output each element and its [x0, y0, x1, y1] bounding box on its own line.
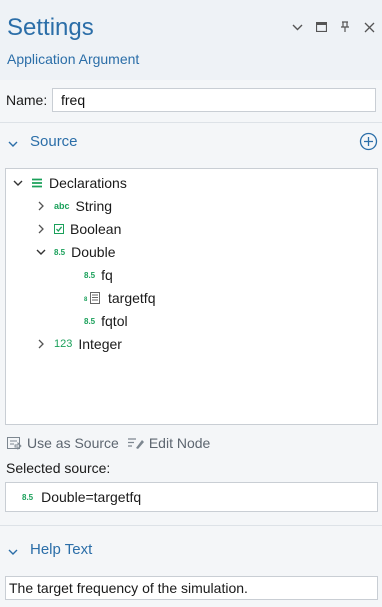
integer-type-icon: 123 — [54, 338, 73, 350]
chevron-right-icon[interactable] — [34, 201, 48, 211]
window-controls — [290, 20, 376, 34]
selected-source-field: 8.5 Double=targetfq — [5, 482, 378, 512]
declarations-icon — [31, 178, 43, 188]
string-type-icon: abc — [54, 201, 70, 211]
edit-node-button[interactable]: Edit Node — [127, 435, 210, 451]
double-type-icon: 8.5 — [22, 492, 34, 502]
tree-item-targetfq[interactable]: 8 targetfq — [84, 287, 155, 309]
divider — [0, 525, 382, 526]
chevron-right-icon[interactable] — [34, 339, 48, 349]
source-section-label: Source — [30, 133, 78, 150]
tree-item-label: Integer — [78, 336, 122, 352]
use-as-source-button[interactable]: Use as Source — [7, 435, 119, 451]
help-text-section-label: Help Text — [30, 541, 93, 558]
page-subtitle: Application Argument — [7, 51, 140, 67]
double-type-icon: 8.5 — [84, 270, 96, 280]
help-text-section-header[interactable]: Help Text — [0, 536, 382, 564]
tree-item-label: targetfq — [108, 290, 156, 306]
tree-item-declarations[interactable]: Declarations — [11, 172, 127, 194]
add-source-button[interactable] — [359, 132, 378, 151]
double-table-icon: 8 — [84, 291, 102, 305]
tree-item-label: Double — [71, 244, 116, 260]
tree-item-fqtol[interactable]: 8.5 fqtol — [84, 310, 128, 332]
edit-node-icon — [127, 438, 144, 449]
tree-item-label: Declarations — [49, 175, 127, 191]
settings-header: Settings Application Argument — [0, 0, 382, 80]
name-row: Name: — [0, 87, 382, 113]
chevron-down-icon — [8, 543, 18, 559]
chevron-down-icon — [8, 135, 18, 151]
tree-item-boolean[interactable]: Boolean — [34, 218, 121, 240]
tree-item-label: Boolean — [70, 221, 122, 237]
source-tree: Declarations abc String Boolean 8.5 Doub… — [5, 168, 378, 425]
tree-item-fq[interactable]: 8.5 fq — [84, 264, 113, 286]
name-label: Name: — [6, 92, 48, 108]
tree-item-double[interactable]: 8.5 Double — [34, 241, 116, 263]
chevron-down-icon[interactable] — [11, 180, 25, 187]
edit-node-label: Edit Node — [148, 435, 211, 451]
double-type-icon: 8.5 — [54, 247, 66, 257]
svg-text:8: 8 — [84, 297, 88, 303]
tree-item-string[interactable]: abc String — [34, 195, 112, 217]
name-input[interactable] — [52, 88, 376, 112]
chevron-down-icon[interactable] — [290, 20, 304, 34]
maximize-icon[interactable] — [314, 20, 328, 34]
divider — [0, 122, 382, 123]
close-icon[interactable] — [362, 20, 376, 34]
page-title: Settings — [7, 14, 94, 41]
source-section-header[interactable]: Source — [0, 128, 382, 156]
chevron-down-icon[interactable] — [34, 249, 48, 256]
pin-icon[interactable] — [338, 20, 352, 34]
help-text-field[interactable]: The target frequency of the simulation. — [5, 576, 378, 600]
tree-item-label: fq — [101, 267, 113, 283]
settings-panel: Settings Application Argument Name: Sour… — [0, 0, 382, 607]
tree-item-label: String — [75, 198, 113, 214]
chevron-right-icon[interactable] — [34, 224, 48, 234]
source-actions: Use as Source Edit Node — [7, 432, 218, 454]
use-as-source-label: Use as Source — [27, 435, 119, 451]
use-as-source-icon — [7, 437, 22, 450]
checkbox-icon — [54, 224, 64, 234]
tree-item-label: fqtol — [101, 313, 128, 329]
double-type-icon: 8.5 — [84, 316, 96, 326]
selected-source-label: Selected source: — [6, 460, 111, 476]
tree-item-integer[interactable]: 123 Integer — [34, 333, 122, 355]
selected-source-value: Double=targetfq — [41, 489, 142, 505]
